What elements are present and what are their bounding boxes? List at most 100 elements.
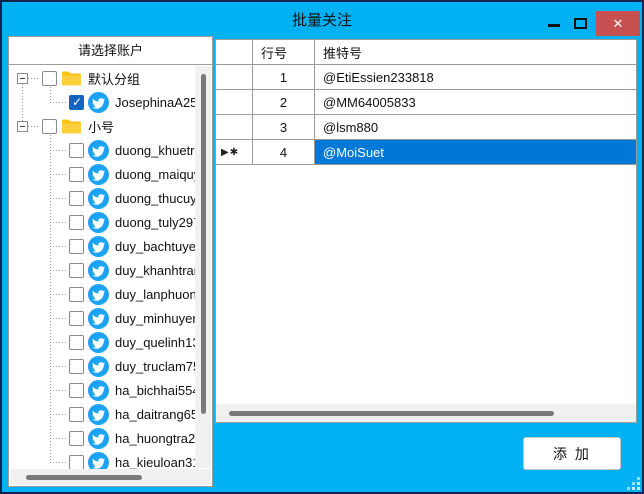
titlebar[interactable]: 批量关注 ✕ (2, 2, 642, 36)
column-header-line-number[interactable]: 行号 (253, 40, 315, 65)
twitter-icon (88, 284, 109, 305)
account-checkbox[interactable] (69, 167, 84, 182)
current-row-indicator-icon: ▶✱ (221, 147, 239, 158)
collapse-toggle-icon[interactable] (17, 121, 28, 132)
tree-account-row[interactable]: duy_khanhtran (9, 258, 212, 282)
twitter-handle-cell[interactable]: @EtiEssien233818 (315, 65, 636, 90)
group-label: 小号 (88, 117, 114, 136)
twitter-icon (88, 404, 109, 425)
account-checkbox[interactable] (69, 383, 84, 398)
row-header-cell[interactable] (216, 115, 253, 140)
close-button[interactable]: ✕ (596, 11, 640, 36)
account-checkbox[interactable] (69, 431, 84, 446)
column-header-twitter-handle[interactable]: 推特号 (315, 40, 636, 65)
account-checkbox[interactable] (69, 407, 84, 422)
folder-icon (61, 70, 82, 87)
tree-account-row[interactable]: ha_bichhai5543 (9, 378, 212, 402)
maximize-button[interactable] (574, 18, 587, 29)
tree-connector-line (50, 366, 67, 367)
account-checkbox[interactable] (69, 359, 84, 374)
tree-account-row[interactable]: duong_thucuye (9, 186, 212, 210)
account-label: ha_kieuloan317 (115, 455, 207, 470)
tree-horizontal-scrollbar[interactable] (10, 469, 211, 485)
row-header-cell[interactable] (216, 65, 253, 90)
account-checkbox[interactable] (69, 287, 84, 302)
twitter-handle-grid: 行号 推特号 1 @EtiEssien233818 2 @MM64005833 … (215, 39, 637, 423)
account-label: JosephinaA259 (115, 95, 205, 110)
line-number-cell[interactable]: 2 (253, 90, 315, 115)
account-checkbox[interactable] (69, 311, 84, 326)
collapse-toggle-icon[interactable] (17, 73, 28, 84)
group-checkbox[interactable] (42, 71, 57, 86)
account-checkbox[interactable] (69, 95, 84, 110)
tree-account-row[interactable]: duong_khuetru (9, 138, 212, 162)
account-label: duong_thucuye (115, 191, 204, 206)
folder-icon (61, 118, 82, 135)
tree-account-row[interactable]: duy_bachtuyet8 (9, 234, 212, 258)
tree-panel-title: 请选择账户 (9, 37, 212, 65)
account-checkbox[interactable] (69, 191, 84, 206)
tree-account-row[interactable]: JosephinaA259 (9, 90, 212, 114)
row-header-cell[interactable] (216, 90, 253, 115)
tree-connector-line (50, 246, 67, 247)
tree-group-row[interactable]: 默认分组 (9, 66, 212, 90)
twitter-handle-cell[interactable]: @MoiSuet (315, 140, 636, 165)
account-tree: 默认分组 JosephinaA259 小号 (9, 66, 212, 486)
window-title: 批量关注 (2, 9, 642, 30)
tree-account-row[interactable]: duy_quelinh133 (9, 330, 212, 354)
account-tree-panel: 请选择账户 默认分组 JosephinaA259 (8, 36, 213, 487)
grid-row[interactable]: 1 @EtiEssien233818 (216, 65, 636, 90)
account-label: ha_bichhai5543 (115, 383, 207, 398)
tree-vertical-scrollbar-thumb[interactable] (201, 74, 206, 414)
account-checkbox[interactable] (69, 239, 84, 254)
account-checkbox[interactable] (69, 263, 84, 278)
tree-account-row[interactable]: duong_tuly297 (9, 210, 212, 234)
grid-row[interactable]: 2 @MM64005833 (216, 90, 636, 115)
tree-connector-line (28, 78, 40, 79)
add-button[interactable]: 添 加 (523, 437, 621, 470)
row-header-cell[interactable]: ▶✱ (216, 140, 253, 165)
account-label: duy_bachtuyet8 (115, 239, 207, 254)
tree-vertical-scrollbar[interactable] (195, 66, 211, 468)
group-label: 默认分组 (88, 69, 140, 88)
tree-account-row[interactable]: duong_maiquy (9, 162, 212, 186)
resize-grip-icon[interactable] (637, 487, 640, 490)
minimize-button[interactable] (548, 24, 560, 27)
group-checkbox[interactable] (42, 119, 57, 134)
grid-horizontal-scrollbar[interactable] (216, 404, 636, 422)
grid-rows: 1 @EtiEssien233818 2 @MM64005833 3 @lsm8… (216, 65, 636, 165)
tree-account-row[interactable]: ha_huongtra29 (9, 426, 212, 450)
account-checkbox[interactable] (69, 335, 84, 350)
tree-connector-line (50, 270, 67, 271)
account-checkbox[interactable] (69, 143, 84, 158)
twitter-icon (88, 92, 109, 113)
tree-connector-line (50, 318, 67, 319)
twitter-icon (88, 308, 109, 329)
twitter-icon (88, 236, 109, 257)
account-checkbox[interactable] (69, 455, 84, 470)
account-label: duy_lanphuong (115, 287, 204, 302)
account-label: duy_quelinh133 (115, 335, 207, 350)
twitter-handle-cell[interactable]: @MM64005833 (315, 90, 636, 115)
twitter-handle-cell[interactable]: @lsm880 (315, 115, 636, 140)
tree-connector-line (50, 438, 67, 439)
line-number-cell[interactable]: 4 (253, 140, 315, 165)
tree-connector-line (50, 102, 67, 103)
grid-row[interactable]: 3 @lsm880 (216, 115, 636, 140)
tree-connector-line (50, 150, 67, 151)
line-number-cell[interactable]: 3 (253, 115, 315, 140)
line-number-cell[interactable]: 1 (253, 65, 315, 90)
account-checkbox[interactable] (69, 215, 84, 230)
account-label: duy_khanhtran (115, 263, 201, 278)
tree-group-row[interactable]: 小号 (9, 114, 212, 138)
twitter-icon (88, 428, 109, 449)
twitter-icon (88, 164, 109, 185)
grid-row[interactable]: ▶✱ 4 @MoiSuet (216, 140, 636, 165)
tree-account-row[interactable]: duy_truclam759 (9, 354, 212, 378)
tree-account-row[interactable]: duy_minhuyen5 (9, 306, 212, 330)
tree-horizontal-scrollbar-thumb[interactable] (26, 475, 142, 480)
grid-horizontal-scrollbar-thumb[interactable] (229, 411, 554, 416)
tree-account-row[interactable]: ha_daitrang658 (9, 402, 212, 426)
twitter-icon (88, 140, 109, 161)
tree-account-row[interactable]: duy_lanphuong (9, 282, 212, 306)
